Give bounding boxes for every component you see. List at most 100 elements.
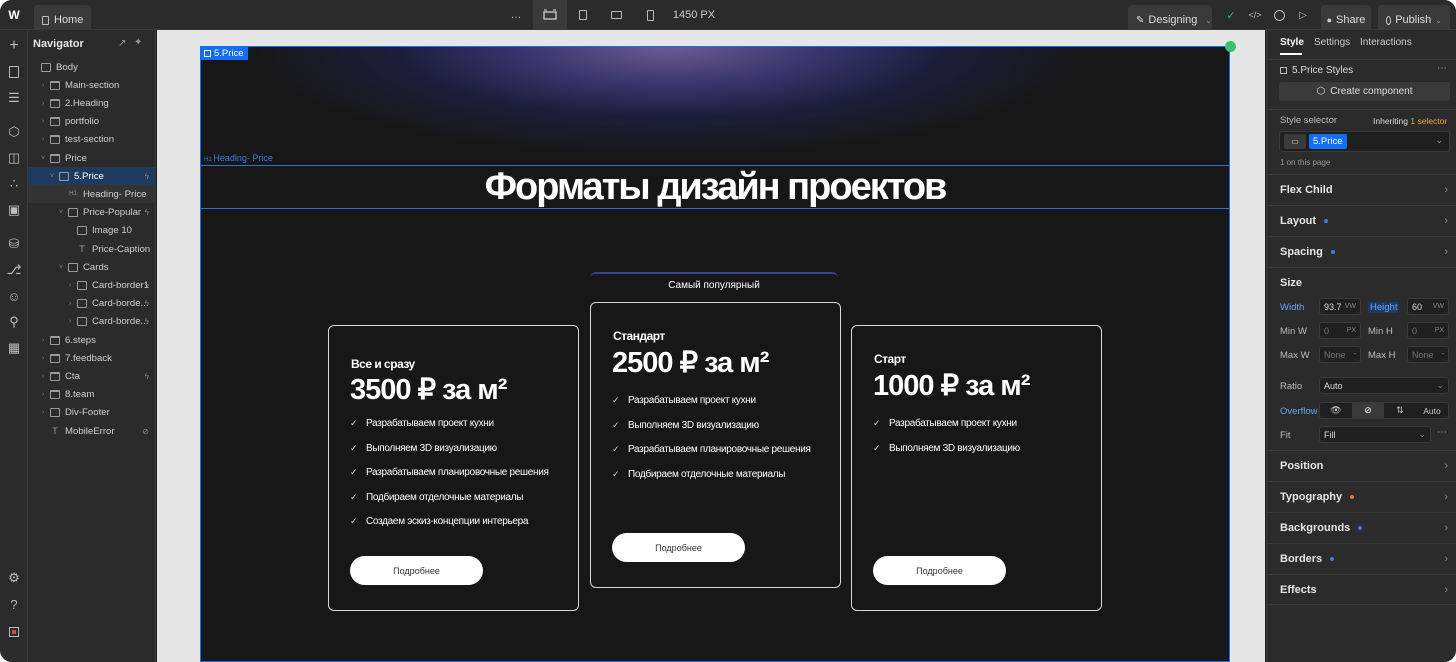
collapse-icon[interactable]: ↗: [118, 38, 126, 49]
section-position[interactable]: Position ›: [1267, 450, 1456, 481]
hidden-eye-icon[interactable]: ⊘: [142, 427, 149, 436]
min-width-input[interactable]: 0 PX: [1319, 322, 1361, 339]
pricing-card[interactable]: Стандарт 2500 ₽ за м² ✓ Разрабатываем проек…: [590, 302, 841, 588]
max-width-unit[interactable]: -: [1354, 351, 1356, 358]
caret-icon[interactable]: ˅: [48, 173, 56, 180]
navigator-item[interactable]: › Cta ϟ: [28, 367, 155, 385]
caret-icon[interactable]: ›: [39, 409, 47, 416]
caret-icon[interactable]: ›: [66, 318, 74, 325]
overflow-label[interactable]: Overflow: [1280, 406, 1317, 417]
check-status-icon[interactable]: ✓: [1224, 0, 1238, 30]
help-icon[interactable]: ?: [6, 596, 22, 612]
section-layout[interactable]: Layout ›: [1267, 205, 1456, 236]
details-button[interactable]: Подробнее: [873, 556, 1006, 585]
max-width-input[interactable]: None -: [1319, 346, 1361, 363]
navigator-item[interactable]: › Card-borde... ϟ: [28, 295, 155, 313]
overflow-auto-option[interactable]: Auto: [1416, 403, 1448, 418]
section-spacing[interactable]: Spacing ›: [1267, 236, 1456, 267]
apps-icon[interactable]: ▦: [6, 340, 22, 356]
navigator-item[interactable]: › Main-section: [28, 76, 155, 94]
resize-handle[interactable]: [1225, 41, 1236, 52]
tab-style[interactable]: Style: [1280, 37, 1304, 48]
section-typography[interactable]: Typography ›: [1267, 481, 1456, 512]
navigator-item[interactable]: ˅ 5.Price ϟ: [28, 167, 155, 186]
ecommerce-icon[interactable]: ⚲: [6, 314, 22, 330]
caret-icon[interactable]: ›: [66, 282, 74, 289]
assets-icon[interactable]: ▣: [6, 202, 22, 218]
cms-icon[interactable]: ⛁: [6, 236, 22, 252]
caret-icon[interactable]: ›: [39, 82, 47, 89]
code-icon[interactable]: </>: [1248, 0, 1262, 30]
selector-field[interactable]: ▭ 5.Price ⌄: [1279, 131, 1450, 152]
caret-icon[interactable]: ›: [39, 100, 47, 107]
caret-icon[interactable]: ˅: [57, 264, 65, 271]
navigator-item[interactable]: › 8.team: [28, 386, 155, 404]
navigator-item[interactable]: ˅ Cards: [28, 258, 155, 276]
webflow-logo-icon[interactable]: W: [6, 0, 22, 30]
logic-icon[interactable]: ⎇: [6, 262, 22, 278]
selector-state-icon[interactable]: ▭: [1284, 134, 1306, 149]
overflow-scroll-icon[interactable]: ⇅: [1384, 403, 1416, 418]
caret-icon[interactable]: ›: [39, 337, 47, 344]
pin-icon[interactable]: ✦: [134, 37, 142, 48]
navigator-item[interactable]: Image 10: [28, 222, 155, 240]
chevron-down-icon[interactable]: ⌄: [1435, 135, 1443, 146]
navigator-item[interactable]: T MobileError ⊘: [28, 422, 155, 440]
navigator-item[interactable]: › Card-borde... ϟ: [28, 313, 155, 331]
selector-tag[interactable]: 5.Price: [1309, 134, 1347, 149]
navigator-item[interactable]: ˅ Price-Popular ϟ: [28, 204, 155, 222]
width-input[interactable]: 93.7 VW: [1319, 298, 1361, 315]
navigator-item[interactable]: › test-section: [28, 131, 155, 149]
tablet-breakpoint-button[interactable]: [576, 0, 590, 30]
ratio-select[interactable]: Auto ⌄: [1319, 377, 1449, 394]
variables-icon[interactable]: ◫: [6, 150, 22, 166]
desktop-breakpoint-button[interactable]: [533, 0, 567, 30]
navigator-icon[interactable]: ☰: [6, 90, 22, 106]
navigator-item[interactable]: › portfolio: [28, 113, 155, 131]
navigator-item[interactable]: › Card-border1 ϟ: [28, 276, 155, 294]
more-options-icon[interactable]: ⋯: [1437, 63, 1447, 74]
max-height-input[interactable]: None -: [1407, 346, 1449, 363]
price-section[interactable]: H1 Heading- Price Форматы дизайн проекто…: [200, 46, 1230, 662]
users-icon[interactable]: ☺: [6, 288, 22, 304]
mobile-portrait-button[interactable]: [644, 0, 656, 30]
fit-select[interactable]: Fill ⌄: [1319, 426, 1431, 443]
height-input[interactable]: 60 VW: [1407, 298, 1449, 315]
settings-gear-icon[interactable]: ⚙: [6, 570, 22, 586]
add-elements-icon[interactable]: +: [6, 37, 22, 54]
overflow-hidden-eye-off-icon[interactable]: ⊘: [1352, 403, 1384, 418]
section-backgrounds[interactable]: Backgrounds ›: [1267, 512, 1456, 543]
width-label[interactable]: Width: [1280, 302, 1304, 313]
navigator-item[interactable]: H1 Heading- Price: [28, 185, 155, 204]
caret-icon[interactable]: ›: [39, 118, 47, 125]
section-size[interactable]: Size: [1267, 267, 1456, 298]
caret-icon[interactable]: ›: [39, 373, 47, 380]
caret-icon[interactable]: ›: [39, 355, 47, 362]
create-component-button[interactable]: ⬡ Create component: [1279, 82, 1450, 101]
caret-icon[interactable]: ›: [39, 391, 47, 398]
preview-play-icon[interactable]: ▷: [1296, 0, 1310, 30]
details-button[interactable]: Подробнее: [612, 533, 745, 562]
comments-button[interactable]: [1272, 0, 1286, 30]
pricing-card[interactable]: Все и сразу 3500 ₽ за м² ✓ Разрабатываем пр…: [328, 325, 579, 611]
navigator-item[interactable]: › Div-Footer: [28, 404, 155, 422]
components-icon[interactable]: ⬡: [6, 124, 22, 140]
inheriting-info[interactable]: Inheriting 1 selector: [1373, 116, 1447, 126]
pages-icon[interactable]: [6, 64, 22, 80]
height-label[interactable]: Height: [1368, 302, 1400, 313]
caret-icon[interactable]: ›: [39, 136, 47, 143]
navigator-item[interactable]: Body: [28, 58, 155, 76]
navigator-item[interactable]: › 7.feedback: [28, 349, 155, 367]
pricing-card[interactable]: Старт 1000 ₽ за м² ✓ Разрабатываем проект к…: [851, 325, 1102, 611]
overflow-visible-eye-icon[interactable]: 👁: [1320, 403, 1352, 418]
width-unit[interactable]: VW: [1345, 303, 1356, 310]
max-height-unit[interactable]: -: [1442, 351, 1444, 358]
caret-icon[interactable]: ›: [66, 300, 74, 307]
section-flex-child[interactable]: Flex Child ›: [1267, 174, 1456, 205]
height-unit[interactable]: VW: [1433, 303, 1444, 310]
navigator-item[interactable]: › 2.Heading: [28, 94, 155, 112]
section-effects[interactable]: Effects ›: [1267, 574, 1456, 605]
more-options-button[interactable]: …: [508, 0, 524, 30]
record-icon[interactable]: [6, 624, 22, 640]
section-borders[interactable]: Borders ›: [1267, 543, 1456, 574]
